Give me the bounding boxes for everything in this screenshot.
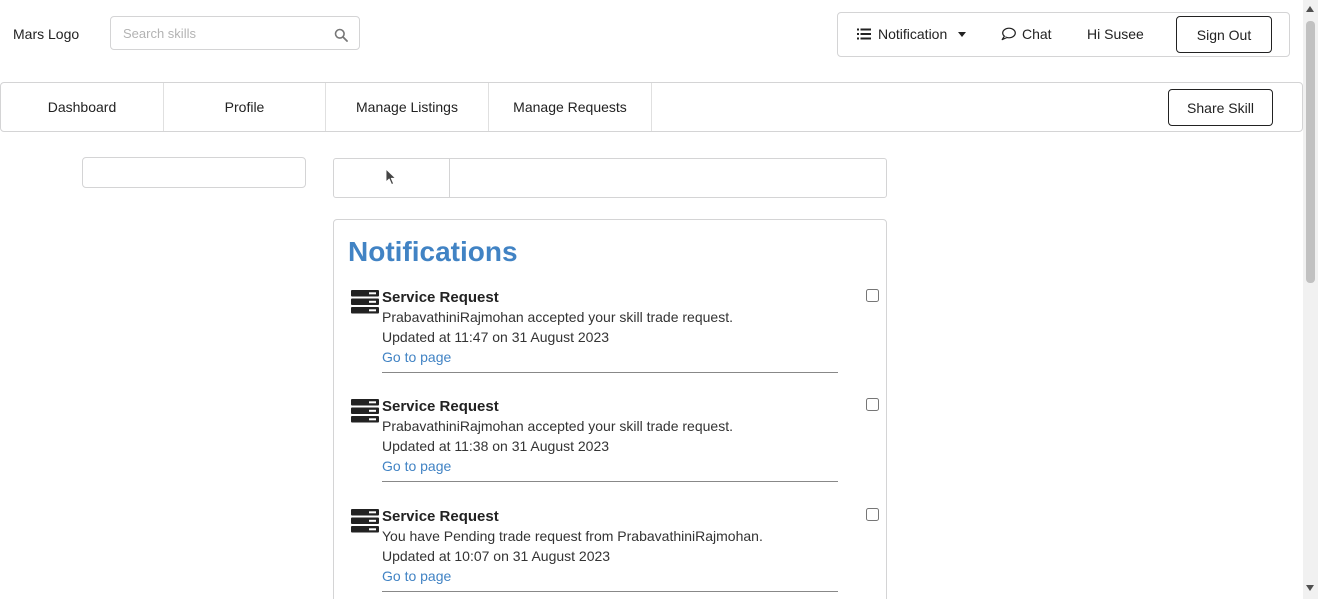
notification-checkbox[interactable] [866, 289, 879, 302]
search-icon[interactable] [334, 28, 348, 42]
notification-description: You have Pending trade request from Prab… [382, 528, 763, 544]
scroll-up-arrow-icon[interactable] [1306, 6, 1314, 12]
go-to-page-link[interactable]: Go to page [382, 568, 451, 584]
notification-updated: Updated at 11:38 on 31 August 2023 [382, 438, 610, 454]
notifications-title: Notifications [348, 236, 518, 267]
nav-manage-requests[interactable]: Manage Requests [489, 83, 652, 131]
page-scrollbar[interactable] [1303, 0, 1318, 599]
server-icon [351, 509, 379, 533]
notification-checkbox[interactable] [866, 508, 879, 521]
search-box [110, 16, 360, 50]
server-icon [351, 290, 379, 314]
notification-updated: Updated at 10:07 on 31 August 2023 [382, 548, 611, 564]
notification-title: Service Request [382, 289, 499, 306]
notification-description: PrabavathiniRajmohan accepted your skill… [382, 309, 733, 325]
scroll-down-arrow-icon[interactable] [1306, 585, 1314, 591]
notification-updated: Updated at 11:47 on 31 August 2023 [382, 329, 610, 345]
notification-title: Service Request [382, 398, 499, 415]
share-skill-button[interactable]: Share Skill [1168, 89, 1273, 126]
notification-item: Service Request PrabavathiniRajmohan acc… [334, 285, 888, 385]
notification-dropdown[interactable]: Notification [857, 26, 967, 42]
user-menu: Notification Chat Hi Susee Sign Out [837, 12, 1290, 57]
greeting: Hi Susee [1087, 26, 1144, 42]
go-to-page-link[interactable]: Go to page [382, 458, 451, 474]
mouse-pointer-icon [385, 168, 397, 185]
scroll-thumb[interactable] [1306, 21, 1315, 283]
nav-manage-listings[interactable]: Manage Listings [326, 83, 489, 131]
notifications-panel: Notifications Service Request Prabavathi… [333, 219, 887, 599]
server-icon [351, 399, 379, 423]
sidebar-box [82, 157, 306, 188]
notification-item: Service Request You have Pending trade r… [334, 504, 888, 599]
notification-checkbox[interactable] [866, 398, 879, 411]
mars-logo[interactable]: Mars Logo [13, 26, 79, 42]
chat-bubble-icon [1001, 27, 1016, 41]
dropdown-caret-icon [958, 31, 967, 37]
chat-label: Chat [1022, 26, 1052, 42]
list-icon [857, 28, 871, 40]
main-nav: Dashboard Profile Manage Listings Manage… [0, 82, 1303, 132]
divider [382, 481, 838, 482]
chat-link[interactable]: Chat [1001, 26, 1052, 42]
notification-item: Service Request PrabavathiniRajmohan acc… [334, 394, 888, 494]
go-to-page-link[interactable]: Go to page [382, 349, 451, 365]
notification-tab-bar [333, 158, 887, 198]
search-input[interactable] [111, 17, 321, 49]
divider [382, 372, 838, 373]
divider [382, 591, 838, 592]
notification-label: Notification [878, 26, 948, 42]
notification-description: PrabavathiniRajmohan accepted your skill… [382, 418, 733, 434]
notification-title: Service Request [382, 508, 499, 525]
sign-out-button[interactable]: Sign Out [1176, 16, 1272, 53]
nav-dashboard[interactable]: Dashboard [1, 83, 164, 131]
nav-profile[interactable]: Profile [164, 83, 326, 131]
